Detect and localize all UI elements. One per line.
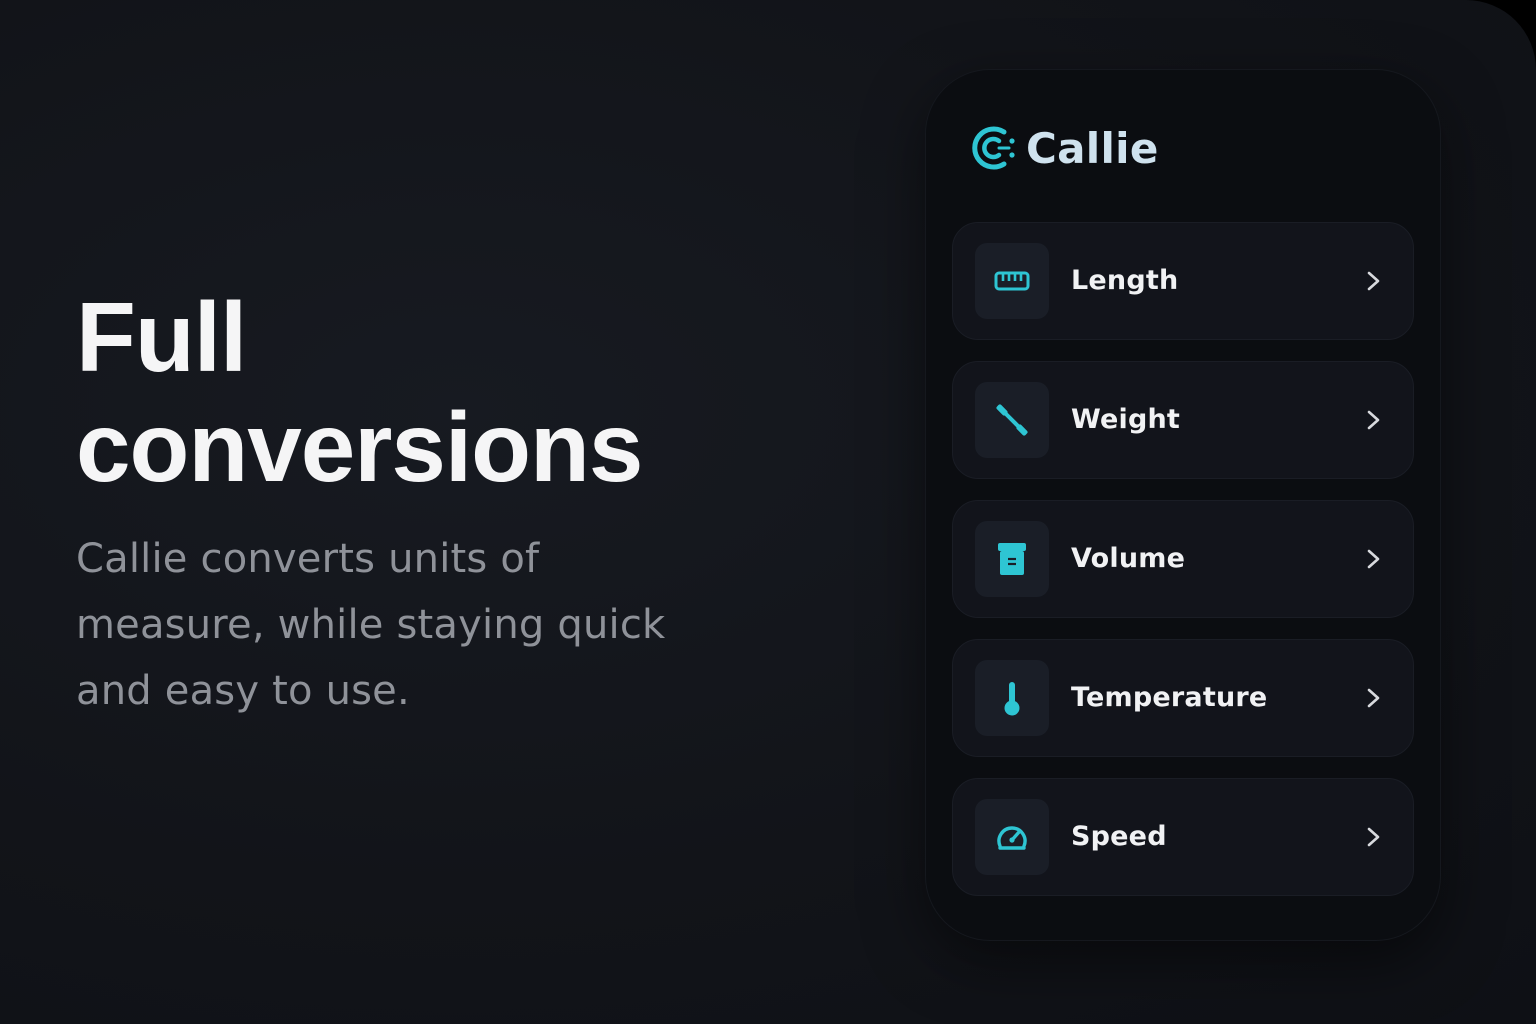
icon-tile [975, 521, 1049, 597]
category-label: Volume [1071, 543, 1186, 574]
container-icon [998, 543, 1026, 575]
chevron-right-icon [1367, 827, 1380, 847]
chevron-right-icon [1367, 688, 1380, 708]
app-header: Callie [968, 122, 1159, 174]
category-list: Length Weight Volume Temperature Speed [952, 222, 1414, 917]
subcopy-line-1: Callie converts units of [76, 536, 540, 582]
subcopy: Callie converts units of measure, while … [76, 526, 676, 724]
category-label: Temperature [1071, 682, 1268, 713]
icon-tile [975, 243, 1049, 319]
icon-tile [975, 799, 1049, 875]
callie-logo-icon [972, 126, 1015, 170]
dumbbell-icon [996, 404, 1028, 436]
category-item-temperature[interactable]: Temperature [952, 639, 1414, 757]
category-item-speed[interactable]: Speed [952, 778, 1414, 896]
speedometer-icon [997, 826, 1027, 850]
ruler-icon [994, 271, 1030, 291]
chevron-right-icon [1367, 549, 1380, 569]
category-item-length[interactable]: Length [952, 222, 1414, 340]
hero-section: Full conversions Callie converts units o… [76, 282, 716, 724]
subcopy-line-3: and easy to use. [76, 668, 410, 714]
headline-line-2: conversions [76, 392, 643, 502]
subcopy-line-2: measure, while staying quick [76, 602, 666, 648]
category-label: Speed [1071, 821, 1167, 852]
icon-tile [975, 382, 1049, 458]
headline-line-1: Full [76, 282, 247, 392]
category-item-weight[interactable]: Weight [952, 361, 1414, 479]
phone-mockup: Callie Length Weight Volume Temperature … [926, 70, 1440, 940]
category-label: Length [1071, 265, 1179, 296]
thermometer-icon [1004, 682, 1020, 716]
app-name: Callie [1026, 123, 1159, 173]
chevron-right-icon [1367, 410, 1380, 430]
icon-tile [975, 660, 1049, 736]
category-label: Weight [1071, 404, 1181, 435]
promo-canvas: Full conversions Callie converts units o… [0, 0, 1536, 1024]
chevron-right-icon [1367, 271, 1380, 291]
category-item-volume[interactable]: Volume [952, 500, 1414, 618]
headline: Full conversions [76, 282, 716, 502]
